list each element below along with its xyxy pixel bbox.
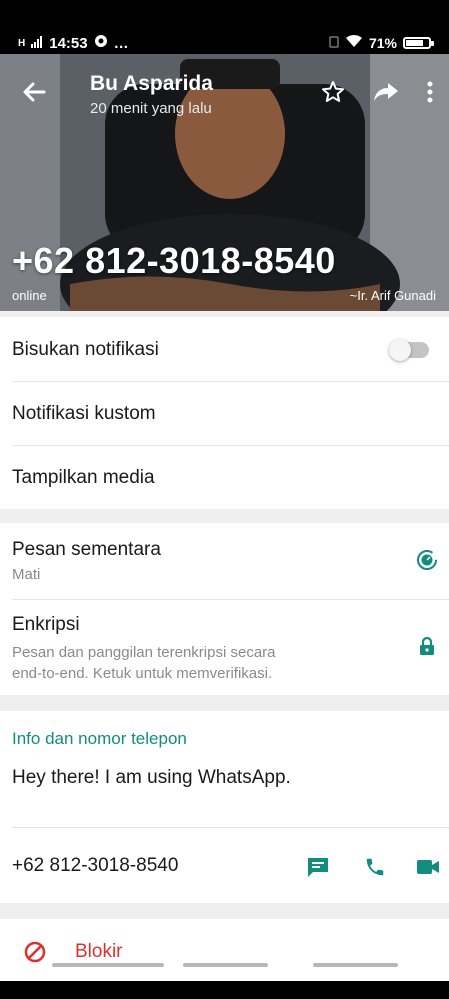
signal-bars-icon xyxy=(31,35,43,52)
share-button[interactable] xyxy=(373,81,399,108)
header-phone-number: +62 812-3018-8540 xyxy=(12,240,336,281)
more-vert-icon xyxy=(427,81,433,103)
block-label: Blokir xyxy=(75,941,123,962)
phone-number-text: +62 812-3018-8540 xyxy=(12,855,179,876)
battery-icon xyxy=(403,36,434,49)
phone-icon xyxy=(366,858,384,876)
mute-notifications-row[interactable]: Bisukan notifikasi xyxy=(0,317,449,381)
message-icon xyxy=(308,858,328,877)
signal-indicator: H xyxy=(18,37,26,49)
encryption-description-line1: Pesan dan panggilan terenkripsi secara xyxy=(12,644,276,661)
block-icon xyxy=(24,941,46,968)
media-visibility-row[interactable]: Tampilkan media xyxy=(0,446,449,509)
about-phone-card: Info dan nomor telepon Hey there! I am u… xyxy=(0,711,449,903)
navigation-bar xyxy=(0,981,449,999)
voice-call-button[interactable] xyxy=(364,856,386,883)
arrow-left-icon xyxy=(23,82,46,102)
sim-icon xyxy=(329,35,339,51)
gesture-bar xyxy=(52,963,164,967)
mute-toggle[interactable] xyxy=(389,339,429,361)
message-button[interactable] xyxy=(306,856,330,883)
presence-status: online xyxy=(12,288,47,303)
back-button[interactable] xyxy=(20,78,48,106)
about-section-title: Info dan nomor telepon xyxy=(12,729,187,748)
mute-notifications-label: Bisukan notifikasi xyxy=(12,339,159,360)
disappearing-messages-value: Mati xyxy=(12,566,41,583)
timer-icon xyxy=(417,550,437,575)
share-arrow-icon xyxy=(374,83,398,101)
toggle-knob xyxy=(389,339,411,361)
more-options-button[interactable] xyxy=(427,81,433,108)
wifi-icon xyxy=(345,34,363,51)
about-row[interactable]: Hey there! I am using WhatsApp. xyxy=(0,755,449,827)
block-row[interactable]: Blokir xyxy=(0,919,449,981)
last-seen: 20 menit yang lalu xyxy=(90,100,212,117)
phone-row[interactable]: +62 812-3018-8540 xyxy=(0,828,449,903)
video-call-button[interactable] xyxy=(416,858,440,881)
notification-icon xyxy=(94,34,108,52)
gesture-bar xyxy=(183,963,268,967)
custom-notifications-label: Notifikasi kustom xyxy=(12,403,156,424)
custom-notifications-row[interactable]: Notifikasi kustom xyxy=(0,382,449,445)
privacy-card: Pesan sementara Mati Enkripsi Pesan dan … xyxy=(0,523,449,695)
lock-icon xyxy=(419,636,435,661)
star-button[interactable] xyxy=(321,80,345,109)
disappearing-messages-row[interactable]: Pesan sementara Mati xyxy=(0,523,449,598)
encryption-description-line2: end-to-end. Ketuk untuk memverifikasi. xyxy=(12,665,273,682)
encryption-label: Enkripsi xyxy=(12,614,80,635)
status-time: 14:53 xyxy=(49,34,88,52)
disappearing-messages-label: Pesan sementara xyxy=(12,539,161,560)
more-notifications-icon: … xyxy=(113,34,129,52)
status-bar: H 14:53 … 71% xyxy=(0,0,449,54)
encryption-row[interactable]: Enkripsi Pesan dan panggilan terenkripsi… xyxy=(0,600,449,695)
profile-header: Bu Asparida 20 menit yang lalu +62 812-3… xyxy=(0,54,449,311)
notification-settings-card: Bisukan notifikasi Notifikasi kustom Tam… xyxy=(0,317,449,509)
about-text: Hey there! I am using WhatsApp. xyxy=(12,767,291,788)
block-card: Blokir xyxy=(0,919,449,981)
push-name: ~Ir. Arif Gunadi xyxy=(349,288,436,303)
contact-name: Bu Asparida xyxy=(90,72,213,95)
video-camera-icon xyxy=(417,860,439,874)
contact-info-content: Bisukan notifikasi Notifikasi kustom Tam… xyxy=(0,311,449,981)
star-icon xyxy=(322,81,344,102)
battery-percent: 71% xyxy=(368,34,397,51)
media-visibility-label: Tampilkan media xyxy=(12,467,155,488)
gesture-bar xyxy=(313,963,398,967)
